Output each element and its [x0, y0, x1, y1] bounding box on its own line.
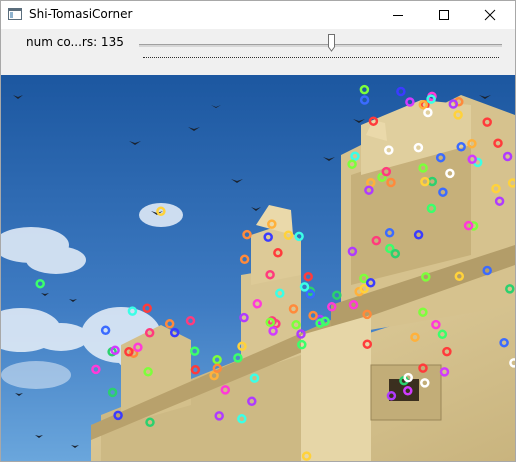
title-bar[interactable]: Shi-TomasiCorner — [1, 1, 515, 29]
maximize-button[interactable] — [421, 1, 467, 29]
image-view[interactable] — [1, 75, 515, 461]
corner-detection-image — [1, 75, 515, 461]
close-icon — [484, 9, 496, 21]
close-button[interactable] — [467, 1, 513, 29]
trackbar-label: num co...rs: 135 — [26, 35, 124, 49]
maximize-icon — [439, 10, 449, 20]
minimize-button[interactable] — [375, 1, 421, 29]
window-title: Shi-TomasiCorner — [29, 7, 133, 21]
opencv-window: Shi-TomasiCorner num co...rs: 135 — [0, 0, 516, 462]
trackbar-ticks — [143, 57, 499, 62]
app-window-icon — [8, 8, 22, 20]
trackbar-thumb[interactable] — [328, 34, 336, 52]
trackbar-slider[interactable] — [139, 44, 502, 47]
minimize-icon — [393, 15, 403, 16]
trackbar-panel: num co...rs: 135 — [1, 29, 515, 75]
